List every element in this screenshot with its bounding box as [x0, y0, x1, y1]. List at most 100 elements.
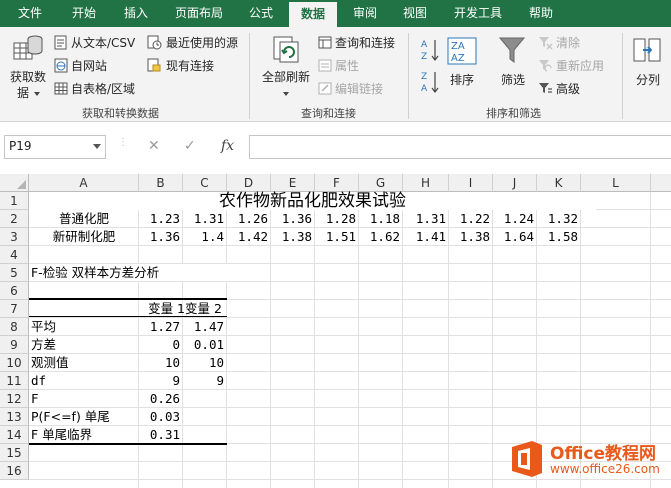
stat-label-f[interactable]: F [31, 390, 39, 408]
cell-b2[interactable]: 1.23 [139, 210, 183, 228]
column-header-g[interactable]: G [359, 174, 403, 192]
formula-input[interactable] [249, 135, 671, 159]
column-header-j[interactable]: J [493, 174, 537, 192]
stat-label-variance[interactable]: 方差 [31, 336, 56, 354]
stat-v2-variance[interactable]: 0.01 [183, 336, 227, 354]
cell-a3[interactable]: 新研制化肥 [29, 228, 139, 246]
stat-v1-p-one-tail[interactable]: 0.03 [139, 408, 183, 426]
cell-i2[interactable]: 1.22 [449, 210, 493, 228]
existing-connections-button[interactable]: 现有连接 [147, 57, 243, 75]
column-header-i[interactable]: I [449, 174, 493, 192]
from-table-button[interactable]: 自表格/区域 [54, 80, 142, 98]
stat-v2-df[interactable]: 9 [183, 372, 227, 390]
row-header-7[interactable]: 7 [0, 300, 29, 318]
tab-help[interactable]: 帮助 [518, 0, 564, 27]
chevron-down-icon[interactable] [93, 144, 101, 149]
sort-descending-button[interactable]: ZA [419, 69, 441, 95]
cell-i3[interactable]: 1.38 [449, 228, 493, 246]
cell-d3[interactable]: 1.42 [227, 228, 271, 246]
sort-ascending-button[interactable]: AZ [419, 37, 441, 63]
column-header-m[interactable] [651, 174, 671, 192]
column-header-l[interactable]: L [581, 174, 651, 192]
row-header-12[interactable]: 12 [0, 390, 29, 408]
stat-label-mean[interactable]: 平均 [31, 318, 56, 336]
stat-v2-p-one-tail[interactable] [183, 408, 227, 426]
stat-v2-f-critical[interactable] [183, 426, 227, 444]
tab-developer[interactable]: 开发工具 [444, 0, 512, 27]
sort-button[interactable]: ZA AZ 排序 [446, 31, 480, 101]
stat-label-observations[interactable]: 观测值 [31, 354, 69, 372]
sheet-title[interactable]: 农作物新品化肥效果试验 [29, 192, 596, 210]
cell-h2[interactable]: 1.31 [403, 210, 449, 228]
stat-v1-mean[interactable]: 1.27 [139, 318, 183, 336]
cell-f2[interactable]: 1.28 [315, 210, 359, 228]
cell-f3[interactable]: 1.51 [315, 228, 359, 246]
column-header-h[interactable]: H [403, 174, 449, 192]
tab-data[interactable]: 数据 [289, 2, 337, 27]
row-header-11[interactable]: 11 [0, 372, 29, 390]
row-header-13[interactable]: 13 [0, 408, 29, 426]
stat-v1-variance[interactable]: 0 [139, 336, 183, 354]
cell-e2[interactable]: 1.36 [271, 210, 315, 228]
column-header-c[interactable]: C [183, 174, 227, 192]
row-header-4[interactable]: 4 [0, 246, 29, 264]
column-header-b[interactable]: B [139, 174, 183, 192]
text-to-columns-button[interactable]: 分列 [628, 31, 668, 101]
stat-v1-observations[interactable]: 10 [139, 354, 183, 372]
advanced-filter-button[interactable]: 高级 [538, 80, 608, 98]
get-data-button[interactable]: 获取数 据 [4, 31, 52, 101]
cancel-icon[interactable]: ✕ [148, 138, 160, 154]
row-header-16[interactable]: 16 [0, 462, 29, 480]
cell-k3[interactable]: 1.58 [537, 228, 581, 246]
tab-home[interactable]: 开始 [58, 0, 110, 27]
column-header-k[interactable]: K [537, 174, 581, 192]
tab-page-layout[interactable]: 页面布局 [164, 0, 234, 27]
row-header-3[interactable]: 3 [0, 228, 29, 246]
ftest-title[interactable]: F-检验 双样本方差分析 [31, 264, 159, 282]
row-header-8[interactable]: 8 [0, 318, 29, 336]
refresh-all-button[interactable]: 全部刷新 [256, 31, 316, 101]
cell-g2[interactable]: 1.18 [359, 210, 403, 228]
cell-h3[interactable]: 1.41 [403, 228, 449, 246]
tab-formulas[interactable]: 公式 [238, 0, 284, 27]
from-text-csv-button[interactable]: 从文本/CSV [54, 34, 142, 52]
select-all-corner[interactable] [0, 174, 29, 192]
column-header-a[interactable]: A [29, 174, 139, 192]
tab-review[interactable]: 审阅 [342, 0, 388, 27]
cell-d2[interactable]: 1.26 [227, 210, 271, 228]
cell-c3[interactable]: 1.4 [183, 228, 227, 246]
cell-a2[interactable]: 普通化肥 [29, 210, 139, 228]
row-header-2[interactable]: 2 [0, 210, 29, 228]
stat-v2-observations[interactable]: 10 [183, 354, 227, 372]
tab-view[interactable]: 视图 [392, 0, 438, 27]
stat-v1-f[interactable]: 0.26 [139, 390, 183, 408]
insert-function-icon[interactable]: fx [221, 138, 234, 154]
row-header-15[interactable]: 15 [0, 444, 29, 462]
recent-sources-button[interactable]: 最近使用的源 [147, 34, 243, 52]
edit-links-button[interactable]: 编辑链接 [318, 80, 402, 98]
stat-label-p-one-tail[interactable]: P(F<=f) 单尾 [31, 408, 110, 426]
enter-icon[interactable]: ✓ [184, 138, 196, 154]
column-header-f[interactable]: F [315, 174, 359, 192]
row-header-10[interactable]: 10 [0, 354, 29, 372]
stat-v1-f-critical[interactable]: 0.31 [139, 426, 183, 444]
stat-label-f-critical[interactable]: F 单尾临界 [31, 426, 92, 444]
row-header-14[interactable]: 14 [0, 426, 29, 444]
tab-insert[interactable]: 插入 [112, 0, 160, 27]
column-header-d[interactable]: D [227, 174, 271, 192]
cell-k2[interactable]: 1.32 [537, 210, 581, 228]
cell-c2[interactable]: 1.31 [183, 210, 227, 228]
stat-label-df[interactable]: df [31, 372, 46, 390]
cell-e3[interactable]: 1.38 [271, 228, 315, 246]
row-header-5[interactable]: 5 [0, 264, 29, 282]
row-header-9[interactable]: 9 [0, 336, 29, 354]
column-header-e[interactable]: E [271, 174, 315, 192]
tab-file[interactable]: 文件 [8, 0, 52, 27]
cell-b3[interactable]: 1.36 [139, 228, 183, 246]
cell-j3[interactable]: 1.64 [493, 228, 537, 246]
from-web-button[interactable]: 自网站 [54, 57, 142, 75]
clear-filter-button[interactable]: 清除 [538, 34, 608, 52]
filter-button[interactable]: 筛选 [494, 31, 530, 101]
row-header-6[interactable]: 6 [0, 282, 29, 300]
stat-v2-f[interactable] [183, 390, 227, 408]
